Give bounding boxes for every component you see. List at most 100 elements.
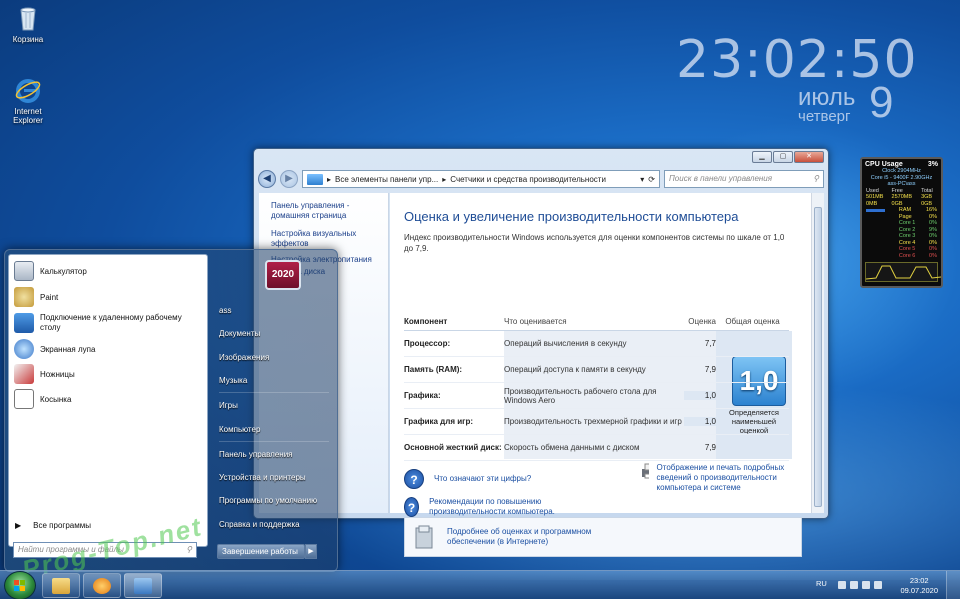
desktop-icon-internet-explorer[interactable]: Internet Explorer — [0, 76, 56, 125]
user-picture[interactable]: 2020 — [265, 260, 301, 290]
start-menu-programs: Калькулятор Paint Подключение к удаленно… — [8, 254, 208, 547]
internet-explorer-icon — [14, 76, 42, 104]
language-indicator[interactable]: RU — [816, 579, 827, 588]
desktop-icon-recycle-bin[interactable]: Корзина — [0, 4, 56, 44]
start-item-games[interactable]: Игры — [219, 401, 238, 410]
scrollbar-thumb[interactable] — [814, 207, 822, 507]
remote-desktop-icon — [14, 313, 34, 333]
desktop-icon-label: Корзина — [12, 35, 44, 44]
more-info-link[interactable]: Подробнее об оценках и программном обесп… — [447, 527, 607, 547]
program-paint[interactable]: Paint — [9, 287, 63, 307]
tray-clock[interactable]: 23:02 09.07.2020 — [900, 576, 938, 596]
clock-gadget: 23:02:50 июль 9 четверг — [676, 30, 917, 127]
start-item-documents[interactable]: Документы — [219, 329, 260, 338]
forward-button[interactable]: ▶ — [280, 170, 298, 188]
power-icon[interactable] — [850, 581, 858, 589]
address-bar[interactable]: ▸ Все элементы панели упр... ▸ Счетчики … — [302, 170, 660, 188]
table-row: Графика для игр: Производительность трех… — [404, 409, 789, 435]
print-row: Отображение и печать подробных сведений … — [640, 463, 800, 493]
page-title: Оценка и увеличение производительности к… — [404, 209, 739, 224]
more-info-box: Подробнее об оценках и программном обесп… — [404, 517, 802, 557]
flag-icon[interactable] — [838, 581, 846, 589]
back-button[interactable]: ◀ — [258, 170, 276, 188]
taskbar: RU 23:02 09.07.2020 — [0, 570, 960, 599]
cpu-usage-graph — [865, 262, 942, 282]
table-row: Процессор: Операций вычисления в секунду… — [404, 331, 789, 357]
chevron-down-icon[interactable]: ▾ — [640, 175, 644, 184]
program-magnifier[interactable]: Экранная лупа — [9, 339, 100, 359]
clock-day: 9 — [869, 78, 894, 127]
start-item-pictures[interactable]: Изображения — [219, 353, 269, 362]
link-control-panel-home[interactable]: Панель управления - домашняя страница — [259, 201, 388, 221]
breadcrumb-arrow-icon: ▸ — [442, 174, 447, 184]
cpu-title: CPU Usage — [865, 161, 903, 168]
solitaire-icon — [14, 389, 34, 409]
software-box-icon — [415, 525, 433, 549]
print-details-link[interactable]: Отображение и печать подробных сведений … — [657, 463, 800, 493]
show-desktop-button[interactable] — [946, 571, 960, 599]
question-icon: ? — [404, 497, 420, 517]
table-row: Основной жесткий диск: Скорость обмена д… — [404, 435, 789, 461]
start-item-default-programs[interactable]: Программы по умолчанию — [219, 496, 317, 505]
desktop-icon-label: Internet Explorer — [13, 107, 43, 125]
breadcrumb-item[interactable]: Все элементы панели упр... — [335, 175, 438, 184]
clock-weekday: четверг — [798, 108, 851, 125]
start-item-control-panel[interactable]: Панель управления — [219, 450, 293, 459]
start-item-music[interactable]: Музыка — [219, 376, 247, 385]
program-snipping-tool[interactable]: Ножницы — [9, 364, 80, 384]
window-caption-buttons: ▁ ▢ ✕ — [752, 151, 824, 163]
cpu-core-table: RAM 16% Page 0% Core 1 0% Core 2 9% Core 3 0%… — [865, 207, 938, 259]
network-icon[interactable] — [862, 581, 870, 589]
cpu-usage-gadget[interactable]: CPU Usage 3% Clock 2904MHz Core i5 - 9400… — [860, 157, 943, 288]
magnifier-icon — [14, 339, 34, 359]
page-description: Индекс производительности Windows исполь… — [404, 233, 785, 253]
start-item-devices-printers[interactable]: Устройства и принтеры — [219, 473, 306, 482]
table-row: Графика: Производительность рабочего сто… — [404, 383, 789, 409]
maximize-button[interactable]: ▢ — [773, 151, 793, 163]
start-item-computer[interactable]: Компьютер — [219, 425, 260, 434]
divider — [219, 392, 329, 393]
search-icon[interactable]: ⚲ — [186, 545, 192, 555]
taskbar-media-player[interactable] — [83, 573, 121, 598]
start-item-help[interactable]: Справка и поддержка — [219, 520, 300, 529]
search-icon[interactable]: ⚲ — [813, 174, 819, 184]
shutdown-button[interactable]: Завершение работы — [217, 544, 305, 559]
cpu-memory-table: Used Free Total 501MB 2570MB 3GB 0MB 0GB 0GB — [866, 187, 933, 207]
link-visual-effects[interactable]: Настройка визуальных эффектов — [259, 229, 388, 249]
paint-icon — [14, 287, 34, 307]
printer-icon — [642, 463, 649, 479]
main-content: Оценка и увеличение производительности к… — [390, 193, 811, 557]
control-panel-icon — [307, 173, 323, 185]
question-icon: ? — [404, 469, 424, 489]
volume-icon[interactable] — [874, 581, 882, 589]
shutdown-options-button[interactable]: ▶ — [305, 544, 317, 559]
refresh-icon[interactable]: ⟳ — [648, 175, 655, 184]
control-panel-icon — [134, 578, 152, 594]
all-programs-button[interactable]: ▶ Все программы — [15, 521, 91, 530]
minimize-button[interactable]: ▁ — [752, 151, 772, 163]
program-calculator[interactable]: Калькулятор — [9, 261, 92, 281]
tips-link[interactable]: Рекомендации по повышению производительн… — [429, 497, 604, 517]
search-input[interactable]: Поиск в панели управления ⚲ — [664, 170, 824, 188]
close-button[interactable]: ✕ — [794, 151, 824, 163]
snipping-tool-icon — [14, 364, 34, 384]
table-row: Память (RAM): Операций доступа к памяти … — [404, 357, 789, 383]
performance-table: 1,0 Определяется наименьшей оценкой Комп… — [404, 313, 792, 461]
taskbar-explorer[interactable] — [42, 573, 80, 598]
tray-date: 09.07.2020 — [900, 586, 938, 595]
tips-row: ? Рекомендации по повышению производител… — [404, 497, 604, 517]
start-item-user[interactable]: ass — [219, 306, 231, 315]
performance-window[interactable]: ▁ ▢ ✕ ◀ ▶ ▸ Все элементы панели упр... ▸… — [253, 148, 829, 557]
program-solitaire[interactable]: Косынка — [9, 389, 76, 409]
calculator-icon — [14, 261, 34, 281]
media-player-icon — [93, 578, 111, 594]
start-button[interactable] — [4, 571, 36, 599]
start-menu-right-pane: 2020 ass Документы Изображения Музыка Иг… — [213, 250, 337, 573]
program-remote-desktop[interactable]: Подключение к удаленному рабочему столу — [9, 313, 199, 333]
what-means-row: ? Что означают эти цифры? — [404, 469, 531, 489]
what-means-link[interactable]: Что означают эти цифры? — [434, 474, 531, 484]
breadcrumb-item[interactable]: Счетчики и средства производительности — [450, 175, 606, 184]
tray-time: 23:02 — [909, 576, 929, 585]
taskbar-control-panel[interactable] — [124, 573, 162, 598]
vertical-scrollbar[interactable] — [811, 193, 824, 513]
